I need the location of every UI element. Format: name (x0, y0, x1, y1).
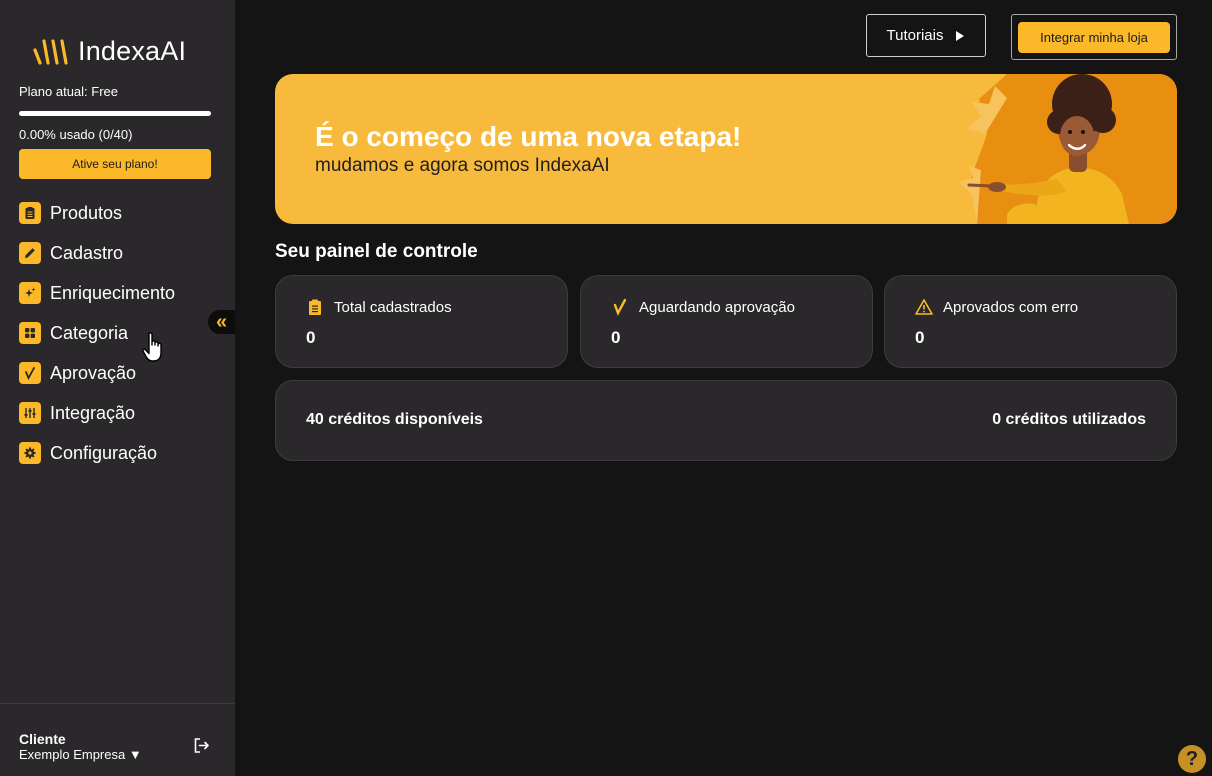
client-label: Cliente (19, 731, 66, 747)
help-button[interactable]: ? (1178, 745, 1206, 773)
stat-value: 0 (306, 328, 316, 347)
sidebar-item-configuracao[interactable]: Configuração (19, 433, 219, 473)
sidebar-item-label: Configuração (50, 442, 158, 463)
sidebar-item-aprovacao[interactable]: Aprovação (19, 353, 219, 393)
credits-card: 40 créditos disponíveis 0 créditos utili… (275, 380, 1177, 461)
brand-name: IndexaAI (78, 36, 187, 66)
gear-icon (19, 442, 41, 464)
sidebar: IndexaAI Plano atual: Free 0.00% usado (… (0, 0, 235, 776)
sidebar-item-label: Produtos (50, 202, 123, 223)
sliders-icon (19, 402, 41, 424)
sidebar-item-label: Categoria (50, 322, 129, 343)
stat-header: Aprovados com erro (915, 298, 1078, 316)
client-selector[interactable]: Exemplo Empresa ▼ (19, 747, 142, 762)
sidebar-item-cadastro[interactable]: Cadastro (19, 233, 219, 273)
banner-subtitle: mudamos e agora somos IndexaAI (315, 155, 610, 176)
sidebar-nav: Produtos Cadastro Enriquecimento Categor… (19, 193, 219, 473)
stat-value: 0 (611, 328, 621, 347)
sidebar-item-enriquecimento[interactable]: Enriquecimento (19, 273, 219, 313)
sidebar-footer: Cliente Exemplo Empresa ▼ (0, 703, 235, 776)
grid-icon (19, 322, 41, 344)
sidebar-item-label: Enriquecimento (50, 282, 176, 303)
sidebar-item-produtos[interactable]: Produtos (19, 193, 219, 233)
mouse-cursor-icon (142, 332, 162, 362)
credits-used: 0 créditos utilizados (992, 411, 1146, 428)
integrate-store-button[interactable]: Integrar minha loja (1018, 22, 1170, 53)
clipboard-icon (19, 202, 41, 224)
sidebar-item-categoria[interactable]: Categoria (19, 313, 219, 353)
warning-icon (915, 299, 933, 315)
sidebar-item-integracao[interactable]: Integração (19, 393, 219, 433)
integrate-store-frame: Integrar minha loja (1011, 14, 1177, 60)
announcement-banner[interactable]: É o começo de uma nova etapa! mudamos e … (275, 74, 1177, 224)
logout-icon[interactable] (192, 736, 211, 755)
usage-label: 0.00% usado (0/40) (19, 127, 133, 142)
stat-card-total: Total cadastrados 0 (275, 275, 568, 368)
stat-card-errors: Aprovados com erro 0 (884, 275, 1177, 368)
stat-label: Aguardando aprovação (639, 298, 795, 316)
plan-label: Plano atual: Free (19, 84, 119, 99)
clipboard-icon (309, 299, 321, 315)
logo-mark-icon (33, 38, 68, 65)
banner-illustration (959, 74, 1177, 224)
stat-card-pending: Aguardando aprovação 0 (580, 275, 873, 368)
stat-value: 0 (915, 328, 925, 347)
sparkle-icon (19, 282, 41, 304)
stat-header: Aguardando aprovação (611, 298, 795, 316)
check-icon (613, 298, 627, 316)
collapse-sidebar-button[interactable]: « (208, 310, 235, 334)
stat-label: Total cadastrados (334, 298, 452, 316)
banner-title: É o começo de uma nova etapa! (315, 121, 742, 152)
sidebar-item-label: Cadastro (50, 242, 124, 263)
activate-plan-button[interactable]: Ative seu plano! (19, 149, 211, 179)
stat-header: Total cadastrados (306, 298, 452, 316)
play-icon (956, 30, 965, 41)
sidebar-item-label: Aprovação (50, 362, 137, 383)
pencil-icon (19, 242, 41, 264)
stat-label: Aprovados com erro (943, 298, 1079, 316)
tutorials-button[interactable]: Tutoriais (866, 14, 986, 57)
dashboard-title: Seu painel de controle (275, 241, 478, 262)
brand-logo[interactable]: IndexaAI (32, 36, 186, 67)
plan-usage-bar (19, 111, 211, 116)
tutorials-label: Tutoriais (886, 27, 944, 44)
credits-available: 40 créditos disponíveis (306, 411, 483, 428)
check-icon (19, 362, 41, 384)
sidebar-item-label: Integração (50, 402, 136, 423)
